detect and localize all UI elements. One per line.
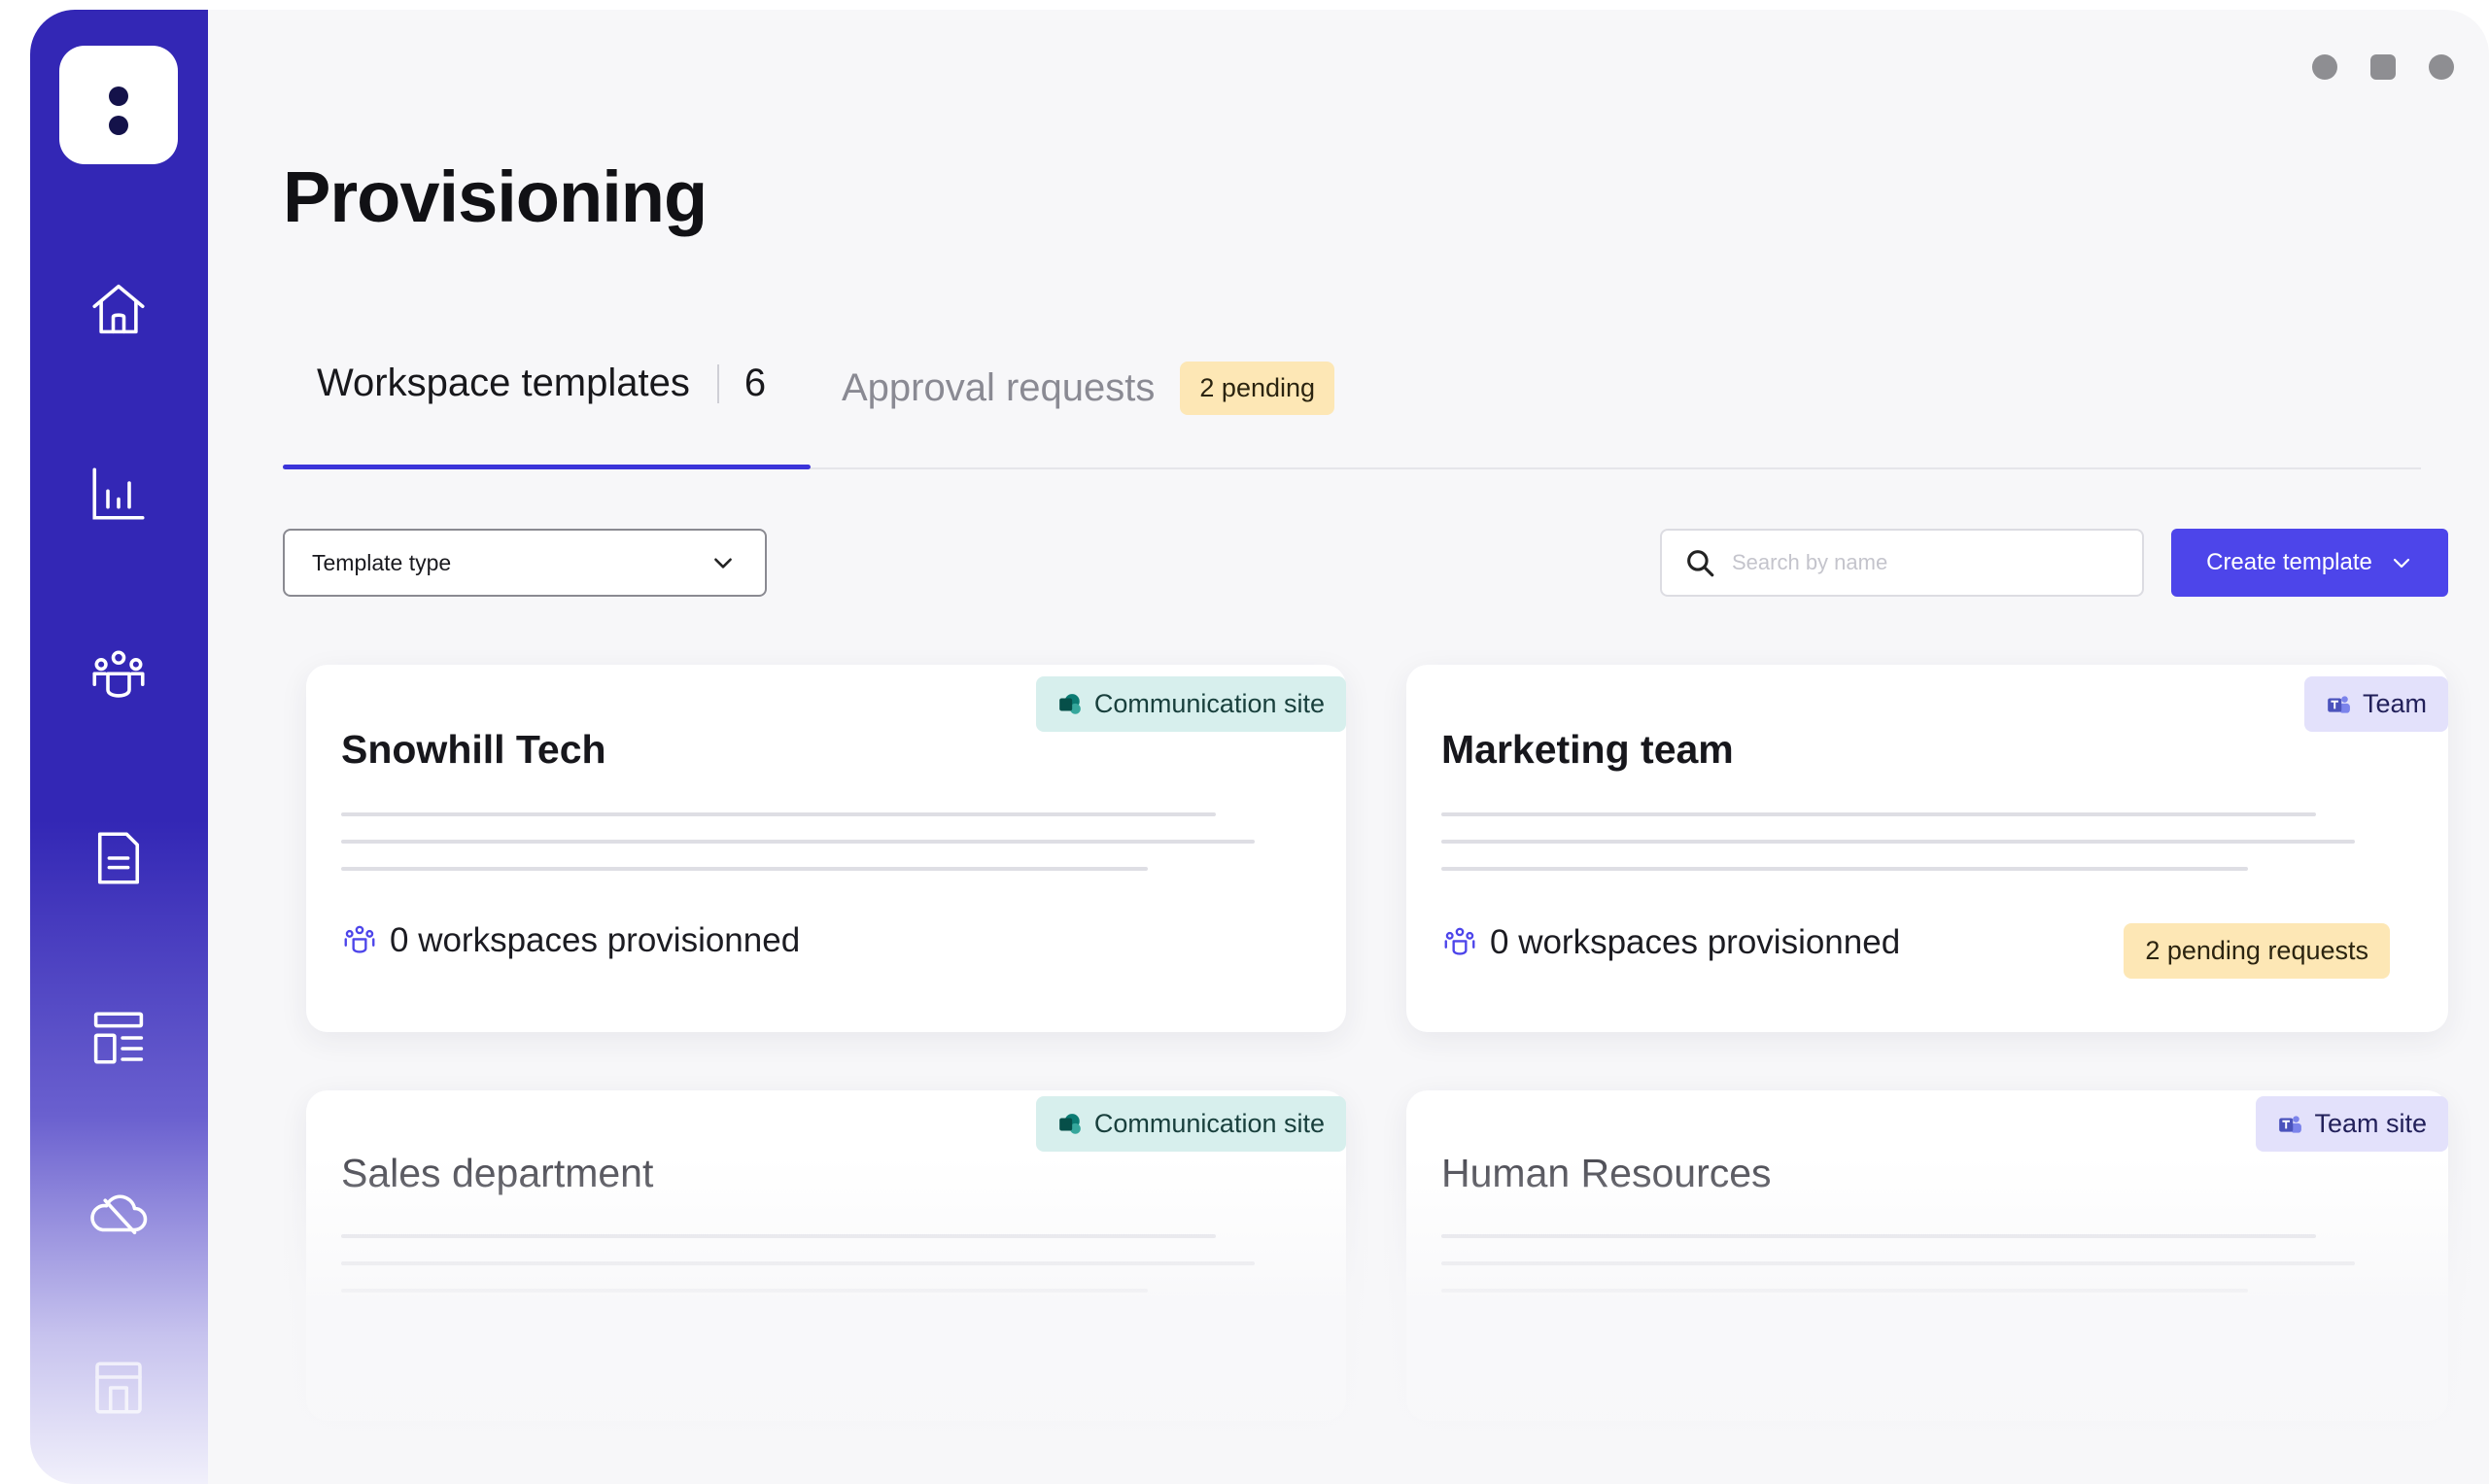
description-placeholder [341,1289,1148,1293]
cloud-icon[interactable] [79,1174,158,1254]
provisioned-count: 0 workspaces provisionned [341,921,800,960]
search-box [1660,529,2144,597]
card-title: Human Resources [1441,1151,1772,1195]
template-type-select[interactable]: Template type [283,529,767,597]
sharepoint-icon [1059,693,1081,714]
teams-icon [2279,1115,2302,1133]
logo-dot [109,86,128,106]
document-icon[interactable] [79,818,158,898]
description-placeholder [341,812,1216,816]
tag-label: Team site [2314,1109,2427,1138]
minimize-button[interactable] [2312,54,2337,80]
description-placeholder [341,1234,1216,1238]
app-logo[interactable] [59,46,178,164]
description-placeholder [1441,840,2355,844]
pending-badge: 2 pending [1180,362,1335,415]
active-tab-indicator [283,465,811,469]
tab-label: Approval requests [842,366,1156,409]
tab-count: 6 [743,362,767,404]
people-icon[interactable] [79,637,158,716]
sidebar [30,10,208,1484]
description-placeholder [1441,1234,2316,1238]
create-template-button[interactable]: Create template [2171,529,2448,597]
close-button[interactable] [2429,54,2454,80]
people-icon [1444,927,1475,955]
analytics-icon[interactable] [79,454,158,534]
template-card[interactable]: Team site Human Resources [1406,1090,2448,1421]
description-placeholder [1441,1289,2248,1293]
template-card[interactable]: Communication site Snowhill Tech 0 works… [306,665,1346,1032]
chevron-down-icon [2393,558,2409,569]
app-window: Provisioning Workspace templates 6 Appro… [30,10,2489,1484]
tab-label: Workspace templates [317,362,690,404]
create-template-label: Create template [2206,549,2372,575]
team-site-tag: Team site [2256,1096,2448,1152]
chevron-down-icon [714,558,732,569]
description-placeholder [341,840,1255,844]
pending-requests-badge: 2 pending requests [2124,923,2390,979]
template-card[interactable]: Communication site Sales department [306,1090,1346,1421]
description-placeholder [1441,1261,2355,1265]
window-controls [2312,54,2454,80]
home-icon[interactable] [79,269,158,349]
template-card[interactable]: Team Marketing team 0 workspaces provisi… [1406,665,2448,1032]
description-placeholder [341,1261,1255,1265]
tab-separator [716,363,719,403]
tab-approval-requests[interactable]: Approval requests 2 pending [842,362,1335,415]
page-title: Provisioning [283,156,708,237]
communication-site-tag: Communication site [1035,676,1346,732]
provisioned-count: 0 workspaces provisionned [1441,923,1900,962]
card-title: Snowhill Tech [341,727,606,772]
archive-icon[interactable] [79,1348,158,1428]
team-tag: Team [2303,676,2448,732]
search-icon [1687,550,1714,577]
teams-icon [2328,695,2350,713]
template-icon[interactable] [79,998,158,1078]
tag-label: Team [2362,689,2427,718]
tab-workspace-templates[interactable]: Workspace templates 6 [317,362,766,405]
people-icon [344,925,375,953]
stat-text: 0 workspaces provisionned [1490,923,1901,961]
tag-label: Communication site [1093,1109,1325,1138]
maximize-button[interactable] [2370,54,2396,80]
logo-dot [109,116,128,135]
description-placeholder [341,867,1148,871]
search-input[interactable] [1730,549,2103,576]
tag-label: Communication site [1093,689,1325,718]
description-placeholder [1441,812,2316,816]
card-title: Sales department [341,1151,654,1195]
description-placeholder [1441,867,2248,871]
select-value: Template type [312,549,452,575]
card-title: Marketing team [1441,727,1734,772]
sharepoint-icon [1059,1113,1081,1134]
stat-text: 0 workspaces provisionned [390,921,801,959]
communication-site-tag: Communication site [1035,1096,1346,1152]
